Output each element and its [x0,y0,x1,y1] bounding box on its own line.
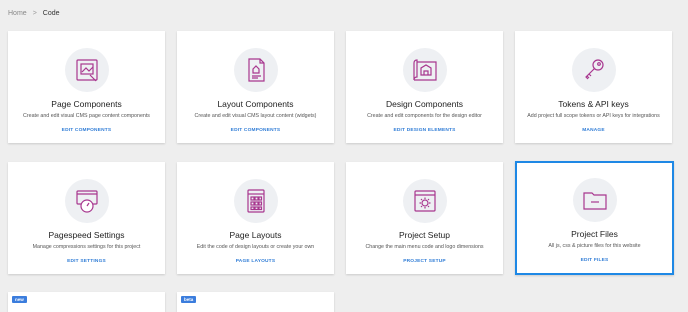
manage-link[interactable]: MANAGE [515,128,672,133]
folder-icon [572,178,617,222]
project-setup-icon [402,179,447,223]
card-title: Design Components [385,99,463,109]
beta-badge: beta [181,296,197,303]
breadcrumb: Home > Code [8,10,60,17]
pagespeed-icon [64,179,109,223]
page-layouts-icon [233,179,278,223]
card-description: Add project full scope tokens or API key… [527,113,660,119]
card-description: Edit the code of design layouts or creat… [196,244,315,250]
page-components-icon [64,48,109,92]
card-page-layouts[interactable]: Page Layouts Edit the code of design lay… [177,162,334,274]
card-description: Create and edit components for the desig… [367,113,482,119]
card-description: Change the main menu code and logo dimen… [365,244,484,250]
card-description: All js, css & picture files for this web… [548,243,641,249]
edit-settings-link[interactable]: EDIT SETTINGS [8,259,165,264]
card-title: Project Files [571,229,618,239]
breadcrumb-home-link[interactable]: Home [8,10,27,17]
card-layout-components[interactable]: Layout Components Create and edit visual… [177,31,334,143]
edit-files-link[interactable]: EDIT FILES [517,258,672,263]
card-title: Layout Components [217,99,294,109]
card-description: Create and edit visual CMS layout conten… [194,113,317,119]
layout-components-icon [233,48,278,92]
breadcrumb-current: Code [42,10,60,17]
page-layouts-link[interactable]: PAGE LAYOUTS [177,259,334,264]
card-title: Project Setup [398,230,451,240]
card-title: Page Layouts [229,230,282,240]
key-icon [571,48,616,92]
card-project-setup[interactable]: Project Setup Change the main menu code … [346,162,503,274]
card-description: Create and edit visual CMS page content … [23,113,150,119]
blueprint-icon [402,48,447,92]
edit-components-link[interactable]: EDIT COMPONENTS [8,128,165,133]
card-tokens-api-keys[interactable]: Tokens & API keys Add project full scope… [515,31,672,143]
card-title: Page Components [51,99,122,109]
card-page-components[interactable]: Page Components Create and edit visual C… [8,31,165,143]
new-badge: new [12,296,27,303]
edit-components-link[interactable]: EDIT COMPONENTS [177,128,334,133]
card-design-components[interactable]: Design Components Create and edit compon… [346,31,503,143]
project-setup-link[interactable]: PROJECT SETUP [346,259,503,264]
breadcrumb-separator: > [32,10,37,17]
card-project-files[interactable]: Project Files All js, css & picture file… [515,161,674,275]
card-title: Tokens & API keys [558,99,629,109]
card-description: Manage compressions settings for this pr… [32,244,141,250]
card-pagespeed-settings[interactable]: Pagespeed Settings Manage compressions s… [8,162,165,274]
card-title: Pagespeed Settings [48,230,125,240]
card-partial-new[interactable]: new [8,292,165,312]
edit-design-elements-link[interactable]: EDIT DESIGN ELEMENTS [346,128,503,133]
card-partial-beta[interactable]: beta [177,292,334,312]
